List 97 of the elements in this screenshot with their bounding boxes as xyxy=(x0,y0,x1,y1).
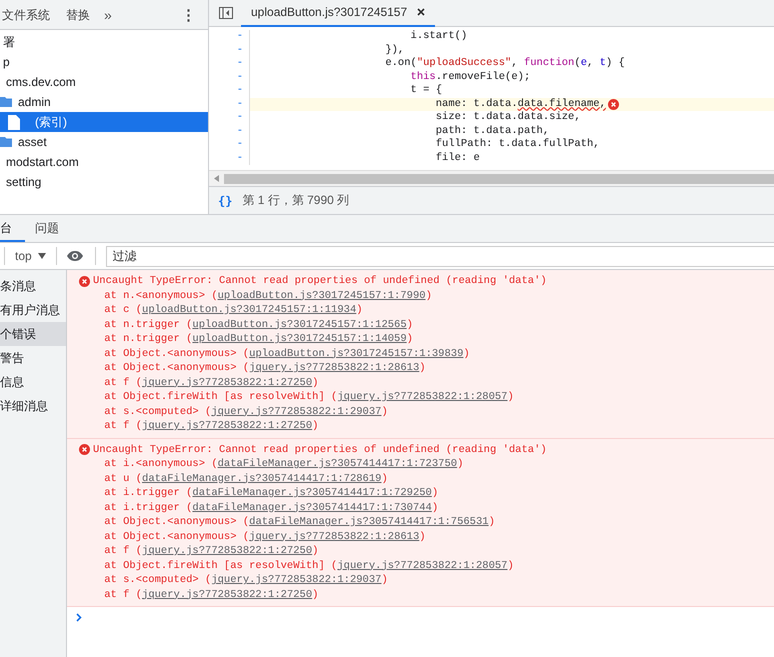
eye-icon[interactable] xyxy=(66,251,83,261)
source-link[interactable]: jquery.js?772853822:1:29037 xyxy=(211,574,382,586)
stack-frame: at Object.<anonymous> (dataFileManager.js?3057414417:1:756531) xyxy=(79,515,774,530)
folder-icon xyxy=(0,137,12,147)
message-filter-item[interactable]: 信息 xyxy=(0,370,66,394)
cursor-position: 第 1 行，第 7990 列 xyxy=(242,192,350,209)
stack-frame: at f (jquery.js?772853822:1:27250) xyxy=(79,544,774,558)
source-link[interactable]: uploadButton.js?3017245157:1:7990 xyxy=(218,290,426,302)
source-link[interactable]: dataFileManager.js?3057414417:1:756531 xyxy=(249,516,489,528)
message-filter-item[interactable]: 个错误 xyxy=(0,322,66,346)
message-filter-item[interactable]: 条消息 xyxy=(0,274,66,298)
error-text: Uncaught TypeError: Cannot read properties of undefined (reading 'data') xyxy=(93,275,547,288)
message-filter-item[interactable]: 有用户消息 xyxy=(0,298,66,322)
line-marker: - xyxy=(236,98,244,111)
sidebar-toggle-icon[interactable] xyxy=(219,7,233,19)
tree-item[interactable]: admin xyxy=(0,92,208,112)
tree-item[interactable]: (索引) xyxy=(0,112,208,132)
stack-frame: at s.<computed> (jquery.js?772853822:1:29037) xyxy=(79,573,774,588)
code-line: path: t.data.path, xyxy=(434,124,550,138)
drawer-tab[interactable]: 问题 xyxy=(25,215,69,242)
source-link[interactable]: jquery.js?772853822:1:28613 xyxy=(249,362,420,374)
source-link[interactable]: uploadButton.js?3017245157:1:11934 xyxy=(142,304,356,316)
stack-frame: at Object.fireWith [as resolveWith] (jquery.js?772853822:1:28057) xyxy=(79,390,774,404)
message-filter-item[interactable]: 详细消息 xyxy=(0,394,66,418)
stack-frame: at Object.<anonymous> (jquery.js?772853822:1:28613) xyxy=(79,530,774,544)
line-marker: - xyxy=(236,70,244,84)
source-link[interactable]: jquery.js?772853822:1:27250 xyxy=(142,588,312,600)
stack-frame: at f (jquery.js?772853822:1:27250) xyxy=(79,588,774,602)
tree-item[interactable]: modstart.com xyxy=(0,152,208,172)
tree-item[interactable]: asset xyxy=(0,132,208,152)
stack-frame: at n.trigger (uploadButton.js?3017245157:1:12565) xyxy=(79,318,774,332)
drawer-tab[interactable]: 台 xyxy=(0,215,25,242)
code-line: }), xyxy=(384,44,404,57)
source-link[interactable]: jquery.js?772853822:1:28057 xyxy=(337,560,508,572)
stack-frame: at n.trigger (uploadButton.js?3017245157:1:14059) xyxy=(79,332,774,346)
error-icon xyxy=(79,444,90,456)
stack-frame: at f (jquery.js?772853822:1:27250) xyxy=(79,376,774,390)
panel-tab[interactable]: 替换 xyxy=(58,0,98,30)
panel-tab[interactable]: 文件系统 xyxy=(0,0,58,30)
stack-frame: at i.trigger (dataFileManager.js?3057414417:1:729250) xyxy=(79,486,774,500)
error-text: Uncaught TypeError: Cannot read properties of undefined (reading 'data') xyxy=(93,444,547,456)
stack-frame: at Object.<anonymous> (uploadButton.js?3017245157:1:39839) xyxy=(79,346,774,361)
source-link[interactable]: jquery.js?772853822:1:27250 xyxy=(142,545,312,557)
tree-item[interactable]: cms.dev.com xyxy=(0,72,208,92)
error-icon xyxy=(79,276,90,287)
folder-icon xyxy=(0,97,12,107)
line-marker: - xyxy=(236,57,244,70)
code-line: name: t.data.data.filename, xyxy=(434,98,606,111)
context-dropdown[interactable]: top xyxy=(5,249,56,263)
code-line: i.start() xyxy=(410,30,468,44)
stack-frame: at c (uploadButton.js?3017245157:1:11934) xyxy=(79,303,774,318)
menu-button[interactable]: ⋮ xyxy=(169,6,208,24)
pretty-print-button[interactable]: {} xyxy=(218,194,232,208)
code-line: this.removeFile(e); xyxy=(410,70,530,84)
line-marker: - xyxy=(236,84,244,98)
caret-icon xyxy=(38,253,46,259)
tree-item[interactable]: 署 xyxy=(0,32,208,52)
scrollbar-thumb[interactable] xyxy=(224,174,774,184)
source-link[interactable]: dataFileManager.js?3057414417:1:729250 xyxy=(192,487,432,499)
tree-item[interactable]: setting xyxy=(0,172,208,192)
line-marker: - xyxy=(236,30,244,44)
stack-frame: at n.<anonymous> (uploadButton.js?3017245157:1:7990) xyxy=(79,288,774,303)
tree-item[interactable]: p xyxy=(0,52,208,72)
prompt-chevron-icon xyxy=(76,613,82,622)
stack-frame: at i.trigger (dataFileManager.js?3057414417:1:730744) xyxy=(79,500,774,515)
line-marker: - xyxy=(236,152,244,165)
source-link[interactable]: uploadButton.js?3017245157:1:14059 xyxy=(192,333,407,345)
file-icon xyxy=(8,114,20,130)
stack-frame: at i.<anonymous> (dataFileManager.js?3057414417:1:723750) xyxy=(79,457,774,472)
source-link[interactable]: jquery.js?772853822:1:28613 xyxy=(249,530,420,542)
line-marker: - xyxy=(236,111,244,124)
source-link[interactable]: dataFileManager.js?3057414417:1:730744 xyxy=(192,502,432,514)
more-tabs-button[interactable]: » xyxy=(98,6,118,22)
stack-frame: at Object.fireWith [as resolveWith] (jquery.js?772853822:1:28057) xyxy=(79,558,774,573)
source-link[interactable]: dataFileManager.js?3057414417:1:728619 xyxy=(142,472,382,484)
code-line: size: t.data.data.size, xyxy=(434,111,581,124)
source-link[interactable]: jquery.js?772853822:1:28057 xyxy=(337,391,508,403)
source-link[interactable]: dataFileManager.js?3057414417:1:723750 xyxy=(218,458,458,470)
stack-frame: at f (jquery.js?772853822:1:27250) xyxy=(79,419,774,434)
close-icon[interactable] xyxy=(417,8,426,16)
source-link[interactable]: uploadButton.js?3017245157:1:12565 xyxy=(192,318,407,330)
stack-frame: at u (dataFileManager.js?3057414417:1:728619) xyxy=(79,472,774,486)
message-filter-item[interactable]: 警告 xyxy=(0,346,66,370)
source-link[interactable]: jquery.js?772853822:1:27250 xyxy=(142,376,312,388)
stack-frame: at s.<computed> (jquery.js?772853822:1:29037) xyxy=(79,404,774,419)
code-line: fullPath: t.data.fullPath, xyxy=(434,138,600,152)
line-marker: - xyxy=(236,138,244,152)
source-link[interactable]: uploadButton.js?3017245157:1:39839 xyxy=(249,348,464,360)
line-marker: - xyxy=(236,124,244,138)
filter-field[interactable]: 过滤 xyxy=(106,246,774,266)
code-line: e.on("uploadSuccess", function(e, t) { xyxy=(384,57,625,70)
code-line: t = { xyxy=(410,84,442,98)
source-link[interactable]: jquery.js?772853822:1:27250 xyxy=(142,420,312,432)
source-link[interactable]: jquery.js?772853822:1:29037 xyxy=(211,406,382,418)
stack-frame: at Object.<anonymous> (jquery.js?772853822:1:28613) xyxy=(79,361,774,376)
line-marker: - xyxy=(236,44,244,57)
code-line: file: e xyxy=(434,152,480,165)
